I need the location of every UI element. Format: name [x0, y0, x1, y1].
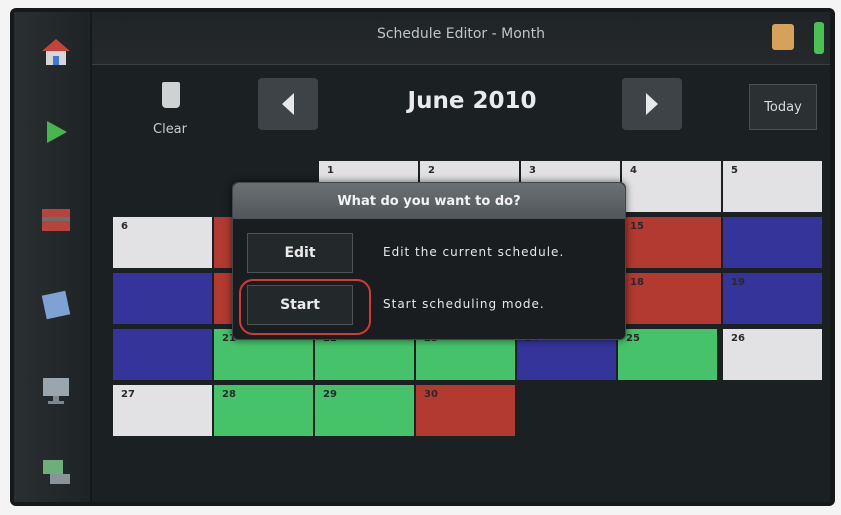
month-label: June 2010 [407, 88, 537, 114]
arrow-left-icon [282, 93, 294, 115]
calendar-day[interactable]: 18 [621, 272, 722, 325]
calendar-day[interactable] [722, 216, 823, 269]
clear-label: Clear [153, 122, 187, 137]
battery-icon [814, 22, 824, 54]
action-dialog: What do you want to do? Edit Edit the cu… [232, 182, 626, 340]
schedule-icon[interactable] [38, 202, 74, 238]
sidebar [14, 12, 90, 502]
page-title: Schedule Editor - Month [376, 26, 546, 42]
calendar-day[interactable]: 15 [621, 216, 722, 269]
edit-button[interactable]: Edit [247, 233, 353, 273]
titlebar: Schedule Editor - Month [92, 12, 830, 65]
lock-icon[interactable] [772, 24, 794, 50]
calendar-day[interactable]: 26 [722, 328, 823, 381]
calendar-day[interactable] [112, 328, 213, 381]
arrow-right-icon [646, 93, 658, 115]
calendar-day[interactable]: 28 [213, 384, 314, 437]
calendar-day[interactable]: 6 [112, 216, 213, 269]
start-description: Start scheduling mode. [383, 297, 545, 311]
monitor-icon[interactable] [38, 372, 74, 408]
calendar-day[interactable]: 25 [617, 328, 718, 381]
edit-description: Edit the current schedule. [383, 245, 565, 259]
edit-icon[interactable] [38, 287, 74, 323]
main-screen: Schedule Editor - Month Clear June 2010 … [92, 12, 830, 502]
calendar-day[interactable]: 4 [621, 160, 722, 213]
start-button[interactable]: Start [247, 285, 353, 325]
today-button[interactable]: Today [749, 84, 817, 130]
calendar-day[interactable]: 5 [722, 160, 823, 213]
calendar-day[interactable]: 30 [415, 384, 516, 437]
next-month-button[interactable] [622, 78, 682, 130]
calendar-day[interactable]: 29 [314, 384, 415, 437]
calendar-day[interactable]: 19 [722, 272, 823, 325]
play-icon[interactable] [38, 114, 74, 150]
calendar-day[interactable]: 27 [112, 384, 213, 437]
home-icon[interactable] [38, 34, 74, 70]
calendar-day[interactable] [112, 272, 213, 325]
network-icon[interactable] [38, 454, 74, 490]
trash-icon [162, 82, 180, 108]
dialog-title: What do you want to do? [233, 183, 625, 219]
prev-month-button[interactable] [258, 78, 318, 130]
